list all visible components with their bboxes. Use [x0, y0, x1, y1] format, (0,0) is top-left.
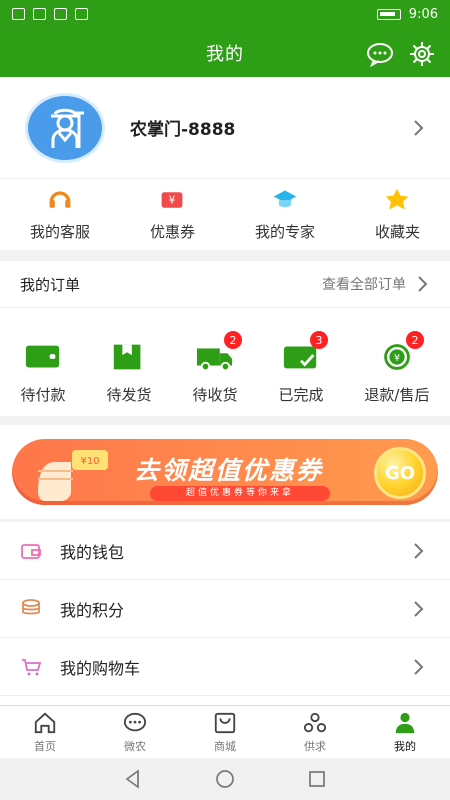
chevron-right-icon — [414, 600, 424, 617]
order-pending-receipt[interactable]: 2 待收货 — [192, 331, 242, 405]
status-icons — [12, 8, 88, 20]
order-badge: 2 — [405, 331, 424, 349]
promotion-subtitle: 超值优惠券等你来拿 — [150, 486, 330, 501]
tab-micro-farm[interactable]: 微农 — [90, 706, 180, 758]
quick-links: 我的客服 ¥ 优惠券 我的专家 收藏夹 — [0, 178, 450, 250]
settings-button[interactable] — [408, 40, 436, 68]
tab-home[interactable]: 首页 — [0, 706, 90, 758]
chevron-right-icon[interactable] — [410, 119, 428, 137]
graduation-cap-icon — [273, 190, 297, 208]
order-badge: 2 — [223, 331, 242, 349]
status-time: 9:06 — [408, 6, 438, 22]
tab-mine[interactable]: 我的 — [360, 706, 450, 758]
coins-icon — [22, 598, 40, 614]
home-icon — [34, 712, 56, 733]
view-all-label: 查看全部订单 — [322, 277, 406, 293]
tab-label: 商城 — [214, 739, 236, 753]
search-status-icon — [75, 8, 88, 20]
person-icon — [395, 712, 415, 733]
orders-section: 我的订单 查看全部订单 待付款 待发货 2 待收货 3 已完成 ¥2 退款/售后 — [0, 261, 450, 416]
bottom-tab-bar: 首页 微农 商城 供求 我的 — [0, 705, 450, 758]
go-button[interactable]: GO — [374, 447, 426, 499]
star-icon — [386, 188, 409, 210]
quick-link-label: 我的专家 — [254, 223, 315, 241]
points-menu-item[interactable]: 我的积分 — [0, 580, 450, 638]
quick-link-experts[interactable]: 我的专家 — [255, 187, 315, 242]
orders-title: 我的订单 — [20, 275, 81, 294]
chat-icon — [123, 712, 147, 731]
notification-icon — [12, 8, 25, 20]
order-completed[interactable]: 3 已完成 — [278, 331, 328, 405]
download-icon — [54, 8, 67, 20]
message-icon — [367, 43, 393, 68]
supply-icon — [303, 712, 327, 732]
quick-link-customer-service[interactable]: 我的客服 — [30, 187, 90, 242]
battery-icon — [376, 8, 401, 20]
chevron-right-icon — [418, 276, 428, 292]
profile-card[interactable]: 农掌门-8888 — [0, 77, 450, 178]
quick-link-coupons[interactable]: ¥ 优惠券 — [150, 187, 195, 242]
quick-link-label: 优惠券 — [149, 223, 195, 241]
tab-supply-demand[interactable]: 供求 — [270, 706, 360, 758]
menu-item-label: 我的购物车 — [60, 658, 141, 678]
status-bar: 9:06 — [0, 0, 450, 28]
order-label: 待发货 — [106, 386, 152, 404]
coupon-banner[interactable]: ¥10 去领超值优惠券 超值优惠券等你来拿 GO — [12, 439, 438, 505]
wallet-outline-icon — [21, 543, 41, 559]
order-label: 已完成 — [278, 386, 324, 404]
order-pending-shipment[interactable]: 待发货 — [106, 338, 151, 405]
tab-label: 首页 — [34, 739, 56, 753]
recent-apps-icon[interactable] — [306, 768, 328, 790]
menu-item-label: 我的钱包 — [60, 542, 125, 562]
wallet-menu-item[interactable]: 我的钱包 — [0, 522, 450, 580]
home-circle-icon[interactable] — [214, 768, 236, 790]
headset-icon — [49, 191, 71, 208]
order-label: 退款/售后 — [364, 386, 430, 404]
gear-icon — [410, 42, 434, 66]
svg-text:¥: ¥ — [169, 194, 176, 206]
order-pending-payment[interactable]: 待付款 — [20, 338, 66, 405]
back-icon[interactable] — [122, 768, 144, 790]
tab-label: 我的 — [394, 739, 416, 753]
title-bar: 我的 — [0, 28, 450, 77]
page-title: 我的 — [206, 43, 244, 65]
quick-link-favorites[interactable]: 收藏夹 — [375, 187, 420, 242]
order-status-row: 待付款 待发货 2 待收货 3 已完成 ¥2 退款/售后 — [0, 308, 450, 405]
cart-menu-item[interactable]: 我的购物车 — [0, 638, 450, 696]
promotion-title: 去领超值优惠券 — [134, 456, 324, 485]
account-menu: 我的钱包 我的积分 我的购物车 — [0, 522, 450, 705]
quick-link-label: 我的客服 — [29, 223, 90, 241]
quick-link-label: 收藏夹 — [374, 223, 420, 241]
avatar[interactable] — [25, 92, 105, 163]
cart-icon — [22, 658, 42, 675]
menu-item-label: 我的积分 — [60, 600, 125, 620]
svg-text:¥: ¥ — [394, 353, 400, 364]
chevron-right-icon — [414, 658, 424, 675]
hand-coupon-icon: ¥10 — [38, 450, 108, 501]
farmer-icon — [51, 108, 84, 148]
orders-header: 我的订单 查看全部订单 — [0, 261, 450, 308]
wallet-icon — [25, 345, 60, 368]
message-button[interactable] — [366, 40, 394, 68]
order-label: 待付款 — [20, 386, 66, 404]
order-badge: 3 — [309, 331, 328, 349]
box-icon — [113, 344, 141, 370]
shopping-bag-icon — [214, 712, 236, 733]
coupon-value: ¥10 — [80, 456, 99, 467]
coupon-icon: ¥ — [162, 192, 183, 208]
order-label: 待收货 — [192, 386, 238, 404]
tab-label: 微农 — [124, 739, 146, 753]
wifi-icon — [33, 8, 46, 20]
view-all-orders-link[interactable]: 查看全部订单 — [322, 274, 432, 294]
profile-name: 农掌门-8888 — [130, 120, 236, 140]
tab-mall[interactable]: 商城 — [180, 706, 270, 758]
order-refund-after-sales[interactable]: ¥2 退款/售后 — [364, 331, 430, 405]
tab-label: 供求 — [304, 739, 326, 753]
chevron-right-icon — [414, 542, 424, 559]
promotion-section: ¥10 去领超值优惠券 超值优惠券等你来拿 GO — [0, 425, 450, 519]
system-navigation-bar — [0, 758, 450, 800]
